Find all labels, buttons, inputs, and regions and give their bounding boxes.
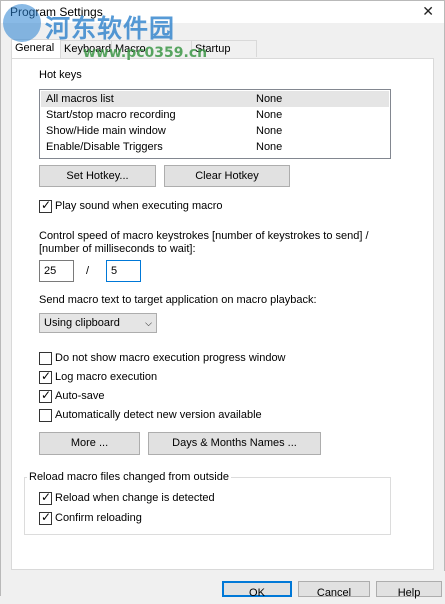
reload-groupbox [24,477,391,535]
detect-version-label: Automatically detect new version availab… [55,409,262,421]
auto-save-label: Auto-save [55,390,105,402]
keystrokes-input[interactable]: 25 [39,260,74,282]
hotkeys-list[interactable]: All macros list None Start/stop macro re… [39,89,391,159]
play-sound-label: Play sound when executing macro [55,200,223,212]
hotkeys-label: Hot keys [39,69,82,81]
confirm-reloading-label: Confirm reloading [55,512,142,524]
watermark-logo [3,4,41,42]
milliseconds-input[interactable]: 5 [106,260,141,282]
reload-when-changed-label: Reload when change is detected [55,492,215,504]
hotkey-key: None [256,93,283,105]
play-sound-checkbox[interactable] [39,198,52,213]
hotkey-row[interactable]: Show/Hide main window None [41,123,389,139]
speed-separator: / [86,265,90,277]
settings-window: Program Settings ✕ General Keyboard Macr… [0,0,445,599]
hotkey-row[interactable]: Enable/Disable Triggers None [41,139,389,155]
send-mode-value: Using clipboard [44,317,120,329]
speed-label-line1: Control speed of macro keystrokes [numbe… [39,230,369,242]
set-hotkey-button[interactable]: Set Hotkey... [39,165,156,187]
hotkey-action: All macros list [46,93,114,105]
hotkey-action: Start/stop macro recording [46,109,176,121]
days-months-names-button[interactable]: Days & Months Names ... [148,432,321,455]
clear-hotkey-button[interactable]: Clear Hotkey [164,165,290,187]
watermark-text: 河东软件园 [45,14,176,43]
hide-progress-label: Do not show macro execution progress win… [55,352,286,364]
hotkey-key: None [256,141,283,153]
hotkey-key: None [256,125,283,137]
ok-button[interactable]: OK [222,581,292,599]
log-execution-label: Log macro execution [55,371,158,383]
send-mode-label: Send macro text to target application on… [39,294,317,306]
auto-save-checkbox[interactable] [39,388,52,403]
hotkey-row[interactable]: Start/stop macro recording None [41,107,389,123]
chevron-down-icon: ⌵ [145,318,152,328]
reload-group-title: Reload macro files changed from outside [27,471,231,483]
cancel-button[interactable]: Cancel [298,581,370,599]
close-icon[interactable]: ✕ [422,3,434,20]
speed-label-line2: [number of milliseconds to wait]: [39,243,196,255]
hide-progress-checkbox[interactable] [39,352,52,365]
help-button[interactable]: Help [376,581,442,599]
send-mode-select[interactable]: Using clipboard ⌵ [39,313,157,333]
hotkey-key: None [256,109,283,121]
hotkey-row[interactable]: All macros list None [41,91,389,107]
hotkey-action: Show/Hide main window [46,125,166,137]
more-button[interactable]: More ... [39,432,140,455]
log-execution-checkbox[interactable] [39,369,52,384]
detect-version-checkbox[interactable] [39,409,52,422]
reload-when-changed-checkbox[interactable] [39,490,52,505]
watermark-url: www.pc0359.cn [83,45,208,61]
hotkey-action: Enable/Disable Triggers [46,141,163,153]
confirm-reloading-checkbox[interactable] [39,510,52,525]
